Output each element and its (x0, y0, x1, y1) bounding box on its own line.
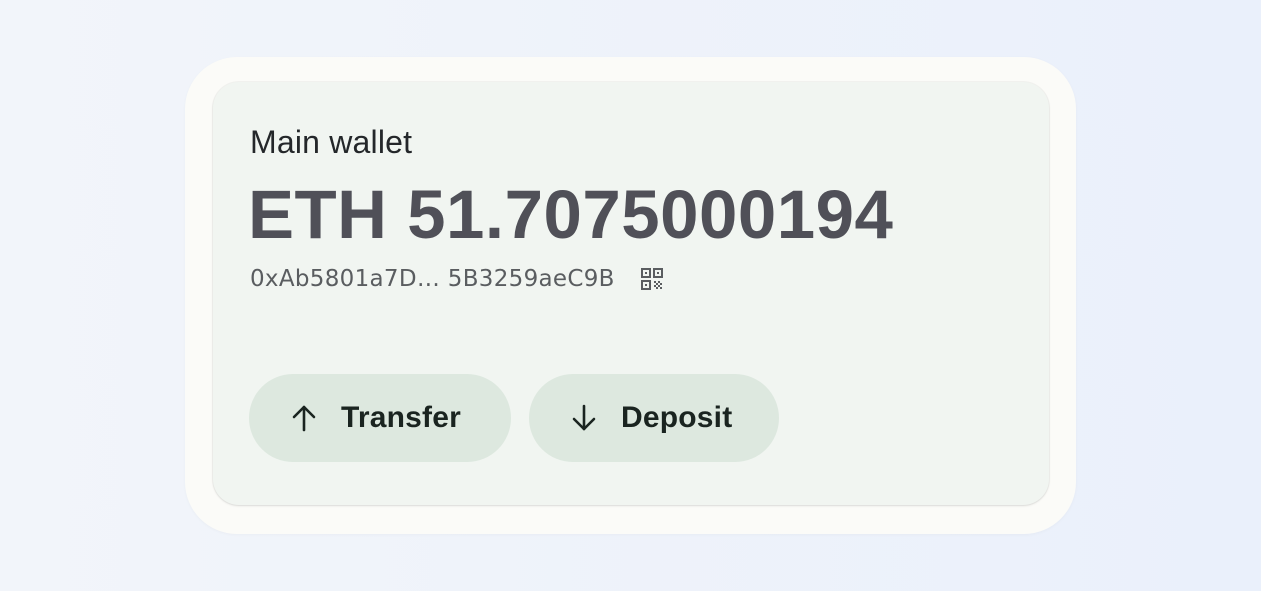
wallet-card: Main wallet ETH 51.7075000194 0xAb5801a7… (213, 82, 1049, 505)
wallet-balance: ETH 51.7075000194 (248, 176, 894, 253)
transfer-button[interactable]: Transfer (249, 374, 511, 462)
address-row: 0xAb5801a7D… 5B3259aeC9B (250, 264, 663, 294)
wallet-name: Main wallet (250, 124, 413, 160)
transfer-label: Transfer (341, 401, 461, 434)
wallet-address[interactable]: 0xAb5801a7D… 5B3259aeC9B (250, 266, 615, 292)
wallet-actions: Transfer Deposit (249, 374, 779, 462)
qr-code-icon[interactable] (640, 268, 663, 290)
deposit-label: Deposit (621, 401, 733, 434)
arrow-up-icon (288, 402, 320, 434)
deposit-button[interactable]: Deposit (529, 374, 779, 462)
arrow-down-icon (568, 402, 600, 434)
